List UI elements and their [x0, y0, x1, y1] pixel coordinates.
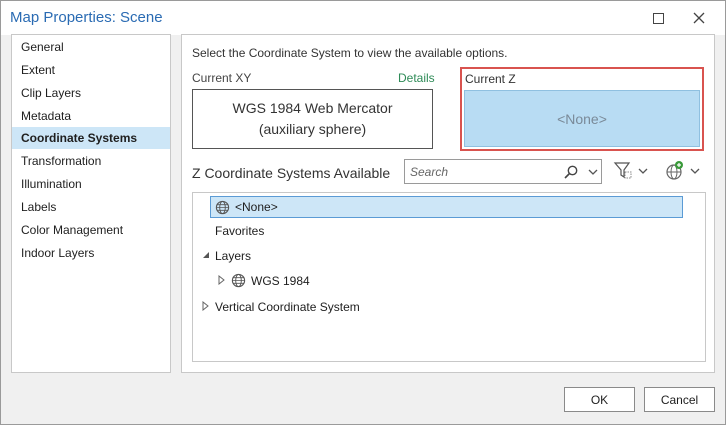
- chevron-down-icon[interactable]: [587, 166, 599, 178]
- instructions-text: Select the Coordinate System to view the…: [192, 46, 508, 60]
- nav-item-indoor-layers[interactable]: Indoor Layers: [12, 242, 170, 264]
- details-link[interactable]: Details: [398, 71, 435, 85]
- close-button[interactable]: [690, 9, 708, 27]
- close-icon: [693, 12, 705, 24]
- tree-item-vertical-coordinate-system[interactable]: Vertical Coordinate System: [215, 296, 360, 318]
- cancel-button[interactable]: Cancel: [644, 387, 715, 412]
- globe-icon: [231, 273, 246, 288]
- globe-icon: [215, 200, 230, 215]
- ok-button[interactable]: OK: [564, 387, 635, 412]
- coordinate-system-tree: <None> Favorites Layers WGS 1984 Vertica…: [192, 192, 706, 362]
- globe-add-icon: [666, 161, 700, 180]
- search-box: [404, 159, 602, 184]
- nav-item-illumination[interactable]: Illumination: [12, 173, 170, 195]
- search-icon[interactable]: [563, 164, 579, 180]
- tree-item-favorites[interactable]: Favorites: [215, 220, 264, 242]
- dialog-title: Map Properties: Scene: [10, 9, 163, 26]
- maximize-icon: [652, 12, 664, 24]
- nav-item-metadata[interactable]: Metadata: [12, 105, 170, 127]
- current-xy-name: WGS 1984 Web Mercator: [232, 100, 393, 116]
- collapsed-arrow-icon[interactable]: [201, 301, 211, 311]
- z-systems-heading: Z Coordinate Systems Available: [192, 165, 391, 181]
- tree-item-label: <None>: [235, 200, 278, 214]
- current-xy-label: Current XY: [192, 71, 252, 85]
- title-bar: Map Properties: Scene: [1, 1, 725, 35]
- filter-button[interactable]: [613, 161, 653, 181]
- nav-item-general[interactable]: General: [12, 36, 170, 58]
- nav-item-coordinate-systems[interactable]: Coordinate Systems: [12, 127, 170, 149]
- search-input[interactable]: [405, 160, 555, 183]
- maximize-button[interactable]: [649, 9, 667, 27]
- map-properties-dialog: Map Properties: Scene General Extent Cli…: [0, 0, 726, 425]
- expanded-arrow-icon[interactable]: [201, 250, 211, 260]
- add-coordinate-system-button[interactable]: [664, 160, 704, 182]
- tree-item-none[interactable]: <None>: [210, 196, 683, 218]
- current-z-box[interactable]: <None>: [464, 90, 700, 147]
- filter-icon: [613, 162, 648, 179]
- current-z-value: <None>: [557, 110, 607, 127]
- current-z-label: Current Z: [465, 72, 516, 86]
- current-xy-box[interactable]: WGS 1984 Web Mercator (auxiliary sphere): [192, 89, 433, 149]
- coordinate-systems-panel: Select the Coordinate System to view the…: [181, 34, 715, 373]
- nav-item-extent[interactable]: Extent: [12, 59, 170, 81]
- property-page-list: General Extent Clip Layers Metadata Coor…: [11, 34, 171, 373]
- nav-item-transformation[interactable]: Transformation: [12, 150, 170, 172]
- current-xy-subtitle: (auxiliary sphere): [258, 121, 367, 137]
- current-z-highlight: Current Z <None>: [460, 67, 704, 151]
- nav-item-color-management[interactable]: Color Management: [12, 219, 170, 241]
- nav-item-labels[interactable]: Labels: [12, 196, 170, 218]
- collapsed-arrow-icon[interactable]: [217, 275, 227, 285]
- tree-item-layers[interactable]: Layers: [215, 245, 251, 267]
- nav-item-clip-layers[interactable]: Clip Layers: [12, 82, 170, 104]
- tree-item-label: WGS 1984: [251, 274, 310, 288]
